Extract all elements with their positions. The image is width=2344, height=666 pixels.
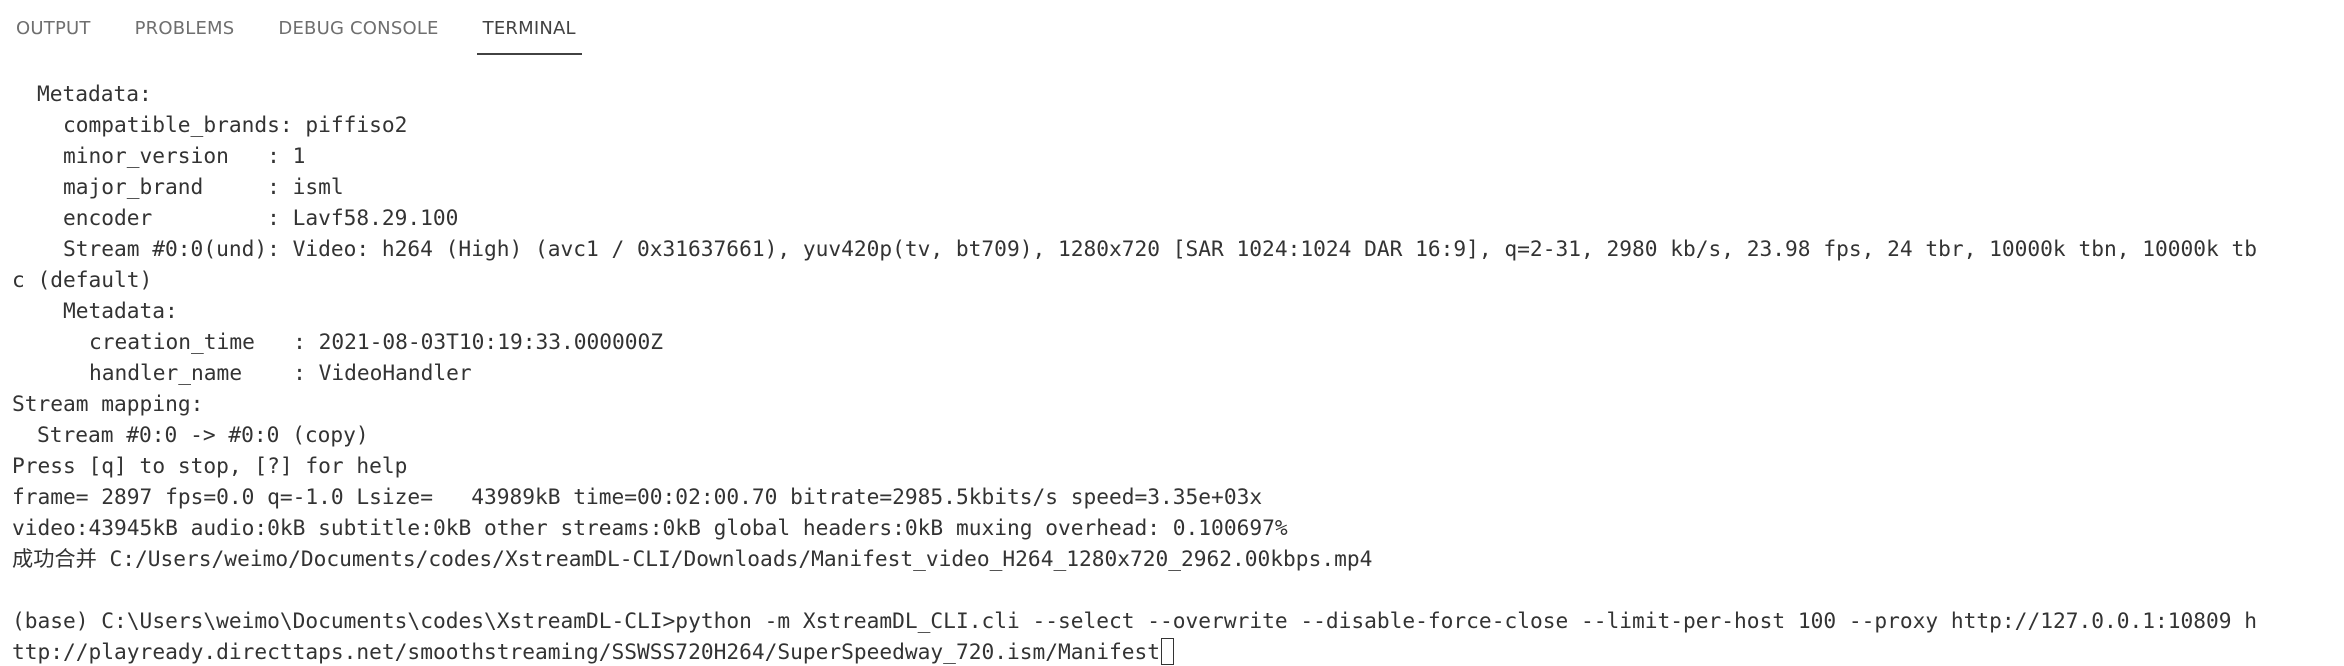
terminal-line: encoder : Lavf58.29.100 [63, 205, 459, 230]
panel-header: OUTPUT PROBLEMS DEBUG CONSOLE TERMINAL [0, 0, 2344, 56]
terminal-line: Stream #0:0(und): Video: h264 (High) (av… [63, 236, 2258, 261]
terminal-line: 成功合并 C:/Users/weimo/Documents/codes/Xstr… [12, 546, 1373, 571]
terminal-line: major_brand : isml [63, 174, 344, 199]
terminal-command-line: (base) C:\Users\weimo\Documents\codes\Xs… [12, 608, 2258, 633]
terminal-line: Stream mapping: [12, 391, 204, 416]
terminal-line: Press [q] to stop, [?] for help [12, 453, 408, 478]
terminal-line: Metadata: [63, 298, 178, 323]
terminal-line: creation_time : 2021-08-03T10:19:33.0000… [89, 329, 664, 354]
terminal-command-line-cont: ttp://playready.directtaps.net/smoothstr… [12, 636, 2344, 666]
tab-problems[interactable]: PROBLEMS [133, 0, 237, 56]
terminal-command-text: ttp://playready.directtaps.net/smoothstr… [12, 639, 1161, 664]
tab-debug-console[interactable]: DEBUG CONSOLE [276, 0, 440, 56]
tab-output[interactable]: OUTPUT [14, 0, 93, 56]
terminal-line: Stream #0:0 -> #0:0 (copy) [37, 422, 369, 447]
terminal-line: video:43945kB audio:0kB subtitle:0kB oth… [12, 515, 1288, 540]
terminal-line: handler_name : VideoHandler [89, 360, 472, 385]
terminal-line: frame= 2897 fps=0.0 q=-1.0 Lsize= 43989k… [12, 484, 1263, 509]
terminal-line: Metadata: [37, 81, 152, 106]
terminal-line: c (default) [12, 267, 153, 292]
panel-tabs: OUTPUT PROBLEMS DEBUG CONSOLE TERMINAL [14, 0, 618, 56]
tab-terminal[interactable]: TERMINAL [476, 0, 582, 56]
terminal-cursor [1161, 638, 1175, 665]
terminal-line: compatible_brands: piffiso2 [63, 112, 408, 137]
terminal-output[interactable]: Metadata: compatible_brands: piffiso2 mi… [0, 78, 2344, 666]
terminal-line: minor_version : 1 [63, 143, 306, 168]
